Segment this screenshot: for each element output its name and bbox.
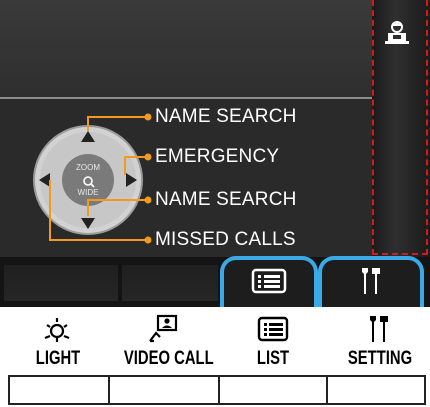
- label-name-search-top: NAME SEARCH: [155, 106, 297, 127]
- highlight-marker: [372, 0, 428, 255]
- wide-label: WIDE: [77, 188, 99, 197]
- video-call-icon: [149, 314, 178, 343]
- settings-icon: [362, 268, 380, 294]
- setting-icon: [370, 316, 388, 342]
- dpad-diagram: [33, 113, 152, 244]
- light-label: LIGHT: [35, 348, 81, 369]
- list-label: LIST: [256, 348, 290, 369]
- button-row: [8, 375, 426, 405]
- strip-cell: [122, 265, 218, 301]
- zoom-label: ZOOM: [76, 163, 100, 172]
- list-icon: [257, 316, 289, 342]
- light-icon: [44, 318, 70, 342]
- video-call-label: VIDEO CALL: [123, 348, 214, 369]
- label-name-search-bottom: NAME SEARCH: [155, 189, 297, 210]
- monitor-screen: ZOOM WIDE NAME SEARCH EMERGENCY NAME SEA…: [0, 0, 430, 307]
- list-button[interactable]: [218, 375, 328, 405]
- video-call-button[interactable]: [108, 375, 220, 405]
- setting-button[interactable]: [326, 375, 426, 405]
- strip-cell: [4, 265, 118, 301]
- setting-label: SETTING: [347, 348, 413, 369]
- label-missed-calls: MISSED CALLS: [155, 229, 296, 250]
- label-emergency: EMERGENCY: [155, 146, 280, 167]
- light-button[interactable]: [8, 375, 110, 405]
- list-icon: [251, 268, 287, 294]
